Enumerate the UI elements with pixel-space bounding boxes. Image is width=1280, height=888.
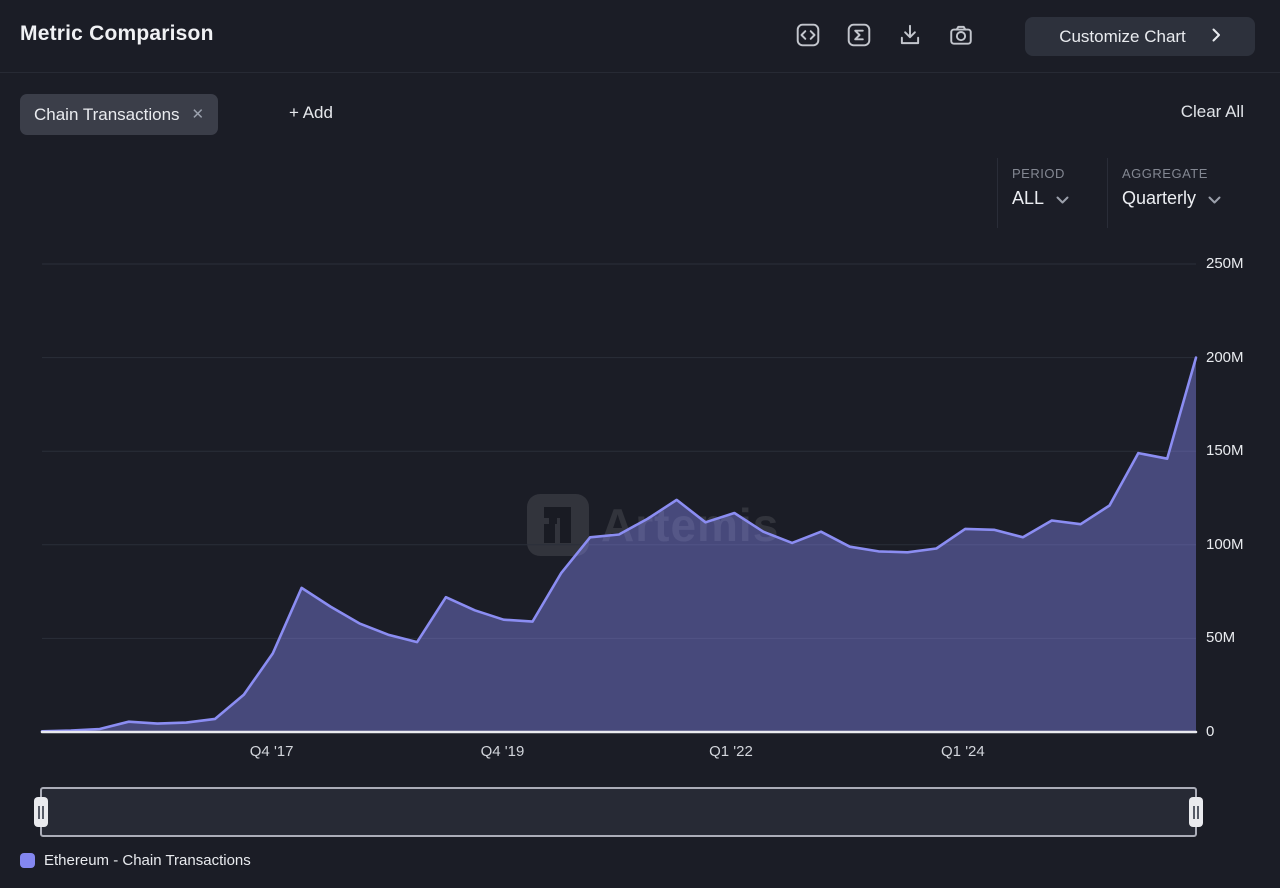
chain-transactions-area-chart[interactable]	[0, 0, 1280, 888]
handle-grip	[42, 806, 44, 819]
legend: Ethereum - Chain Transactions	[20, 852, 251, 869]
x-tick-label: Q1 '22	[686, 743, 776, 760]
y-tick-label: 250M	[1206, 255, 1244, 272]
minimap-right-handle[interactable]	[1189, 797, 1203, 827]
y-tick-label: 150M	[1206, 442, 1244, 459]
x-tick-label: Q4 '19	[457, 743, 547, 760]
legend-label: Ethereum - Chain Transactions	[44, 852, 251, 869]
legend-swatch	[20, 853, 35, 868]
minimap-left-handle[interactable]	[34, 797, 48, 827]
handle-grip	[1197, 806, 1199, 819]
y-tick-label: 50M	[1206, 629, 1235, 646]
y-tick-label: 100M	[1206, 536, 1244, 553]
handle-grip	[1193, 806, 1195, 819]
y-tick-label: 0	[1206, 723, 1214, 740]
metric-comparison-page: Metric Comparison Customize Chart	[0, 0, 1280, 888]
handle-grip	[38, 806, 40, 819]
x-tick-label: Q4 '17	[227, 743, 317, 760]
y-tick-label: 200M	[1206, 349, 1244, 366]
range-minimap[interactable]	[40, 787, 1197, 837]
x-tick-label: Q1 '24	[918, 743, 1008, 760]
